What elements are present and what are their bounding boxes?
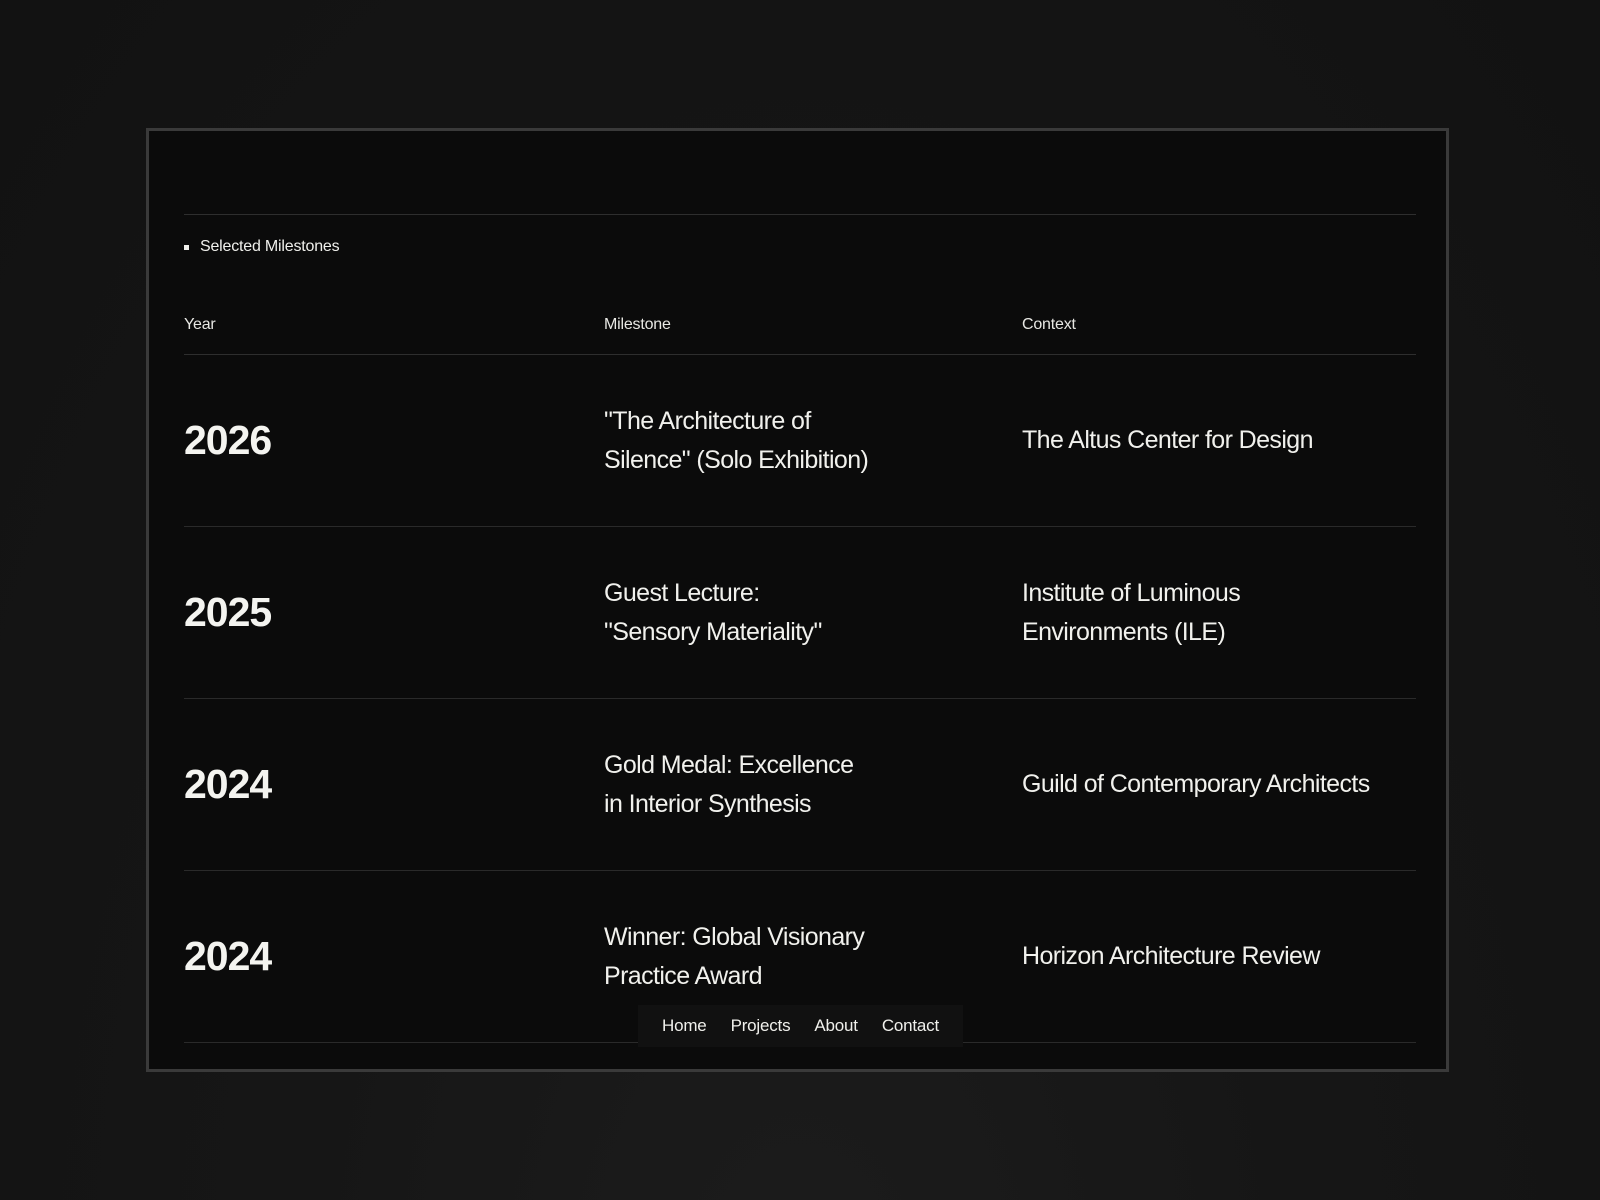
bottom-nav: Home Projects About Contact	[638, 1005, 963, 1047]
milestone-line: in Interior Synthesis	[604, 789, 812, 818]
row-context: Institute of Luminous Environments (ILE)	[1022, 574, 1416, 652]
nav-link-about[interactable]: About	[814, 1016, 858, 1036]
row-milestone: Gold Medal: Excellence in Interior Synth…	[604, 746, 1022, 824]
table-header: Year Milestone Context	[184, 316, 1416, 355]
context-line: Institute of Luminous	[1022, 578, 1241, 607]
section-heading-label: Selected Milestones	[200, 238, 340, 255]
milestones-content: Selected Milestones Year Milestone Conte…	[184, 214, 1416, 1043]
context-line: The Altus Center for Design	[1022, 426, 1314, 454]
row-year: 2025	[184, 589, 272, 635]
milestone-line: Guest Lecture:	[604, 578, 760, 607]
milestone-line: "The Architecture of	[604, 406, 811, 435]
milestone-line: Gold Medal: Excellence	[604, 750, 854, 779]
row-context: Guild of Contemporary Architects	[1022, 765, 1416, 804]
milestones-panel: Selected Milestones Year Milestone Conte…	[146, 128, 1449, 1072]
table-row: 2024 Gold Medal: Excellence in Interior …	[184, 699, 1416, 871]
row-milestone: Guest Lecture: "Sensory Materiality"	[604, 574, 1022, 652]
context-line: Environments (ILE)	[1022, 617, 1226, 646]
nav-link-projects[interactable]: Projects	[731, 1016, 791, 1036]
section-heading: Selected Milestones	[184, 238, 1416, 256]
milestone-line: Winner: Global Visionary	[604, 922, 865, 951]
column-header-year: Year	[184, 316, 216, 333]
row-milestone: "The Architecture of Silence" (Solo Exhi…	[604, 402, 1022, 480]
row-year: 2026	[184, 417, 272, 463]
row-milestone: Winner: Global Visionary Practice Award	[604, 918, 1022, 996]
column-header-milestone: Milestone	[604, 316, 671, 333]
nav-link-home[interactable]: Home	[662, 1016, 707, 1036]
top-divider	[184, 214, 1416, 215]
milestone-line: Silence" (Solo Exhibition)	[604, 445, 869, 474]
row-context: The Altus Center for Design	[1022, 421, 1416, 460]
row-context: Horizon Architecture Review	[1022, 937, 1416, 976]
row-year: 2024	[184, 933, 272, 979]
table-row: 2026 "The Architecture of Silence" (Solo…	[184, 355, 1416, 527]
milestone-line: Practice Award	[604, 961, 762, 990]
milestone-line: "Sensory Materiality"	[604, 617, 822, 646]
nav-link-contact[interactable]: Contact	[882, 1016, 939, 1036]
column-header-context: Context	[1022, 316, 1076, 333]
bullet-square-icon	[184, 244, 189, 250]
context-line: Guild of Contemporary Architects	[1022, 770, 1370, 798]
context-line: Horizon Architecture Review	[1022, 942, 1320, 970]
row-year: 2024	[184, 761, 272, 807]
table-row: 2025 Guest Lecture: "Sensory Materiality…	[184, 527, 1416, 699]
